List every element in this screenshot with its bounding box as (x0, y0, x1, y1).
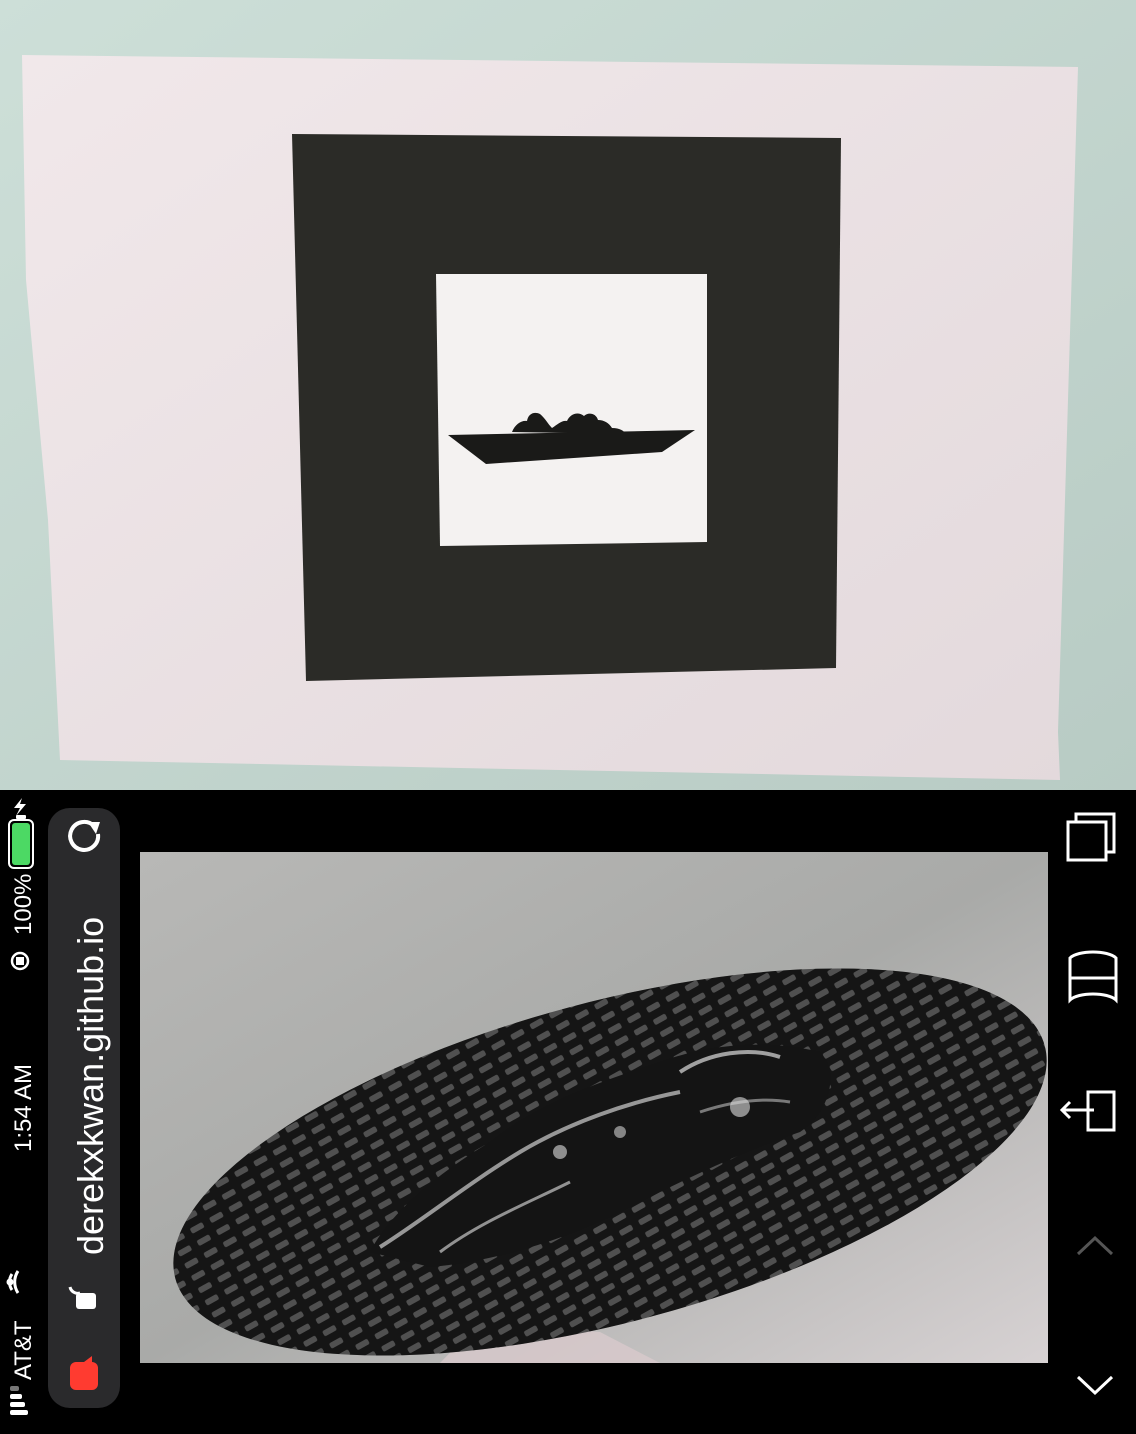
marker-inner-square (436, 274, 707, 546)
ar-camera-view[interactable] (140, 852, 1048, 1363)
wifi-icon (6, 1270, 20, 1294)
battery-icon (8, 815, 34, 869)
status-icons (6, 798, 34, 1415)
screen-record-icon (70, 1356, 98, 1390)
marker-photo (0, 0, 1136, 790)
tabs-icon[interactable] (1066, 812, 1116, 862)
browser-toolbar (1048, 790, 1136, 1429)
orientation-lock-icon (10, 951, 30, 971)
ar-render-svg (140, 852, 1048, 1363)
lock-icon (68, 1286, 96, 1309)
marker-photo-svg (0, 0, 1136, 790)
signal-bars-icon (10, 1386, 28, 1415)
address-bar-icons (68, 819, 101, 1390)
charging-bolt-icon (14, 798, 26, 816)
reload-icon[interactable] (68, 819, 101, 852)
share-icon[interactable] (1059, 1090, 1116, 1132)
chevron-down-icon[interactable] (1076, 1375, 1114, 1396)
chevron-up-icon[interactable] (1076, 1235, 1114, 1256)
browser-toolbar-svg (1059, 812, 1118, 1396)
bookmarks-icon[interactable] (1068, 950, 1118, 1004)
